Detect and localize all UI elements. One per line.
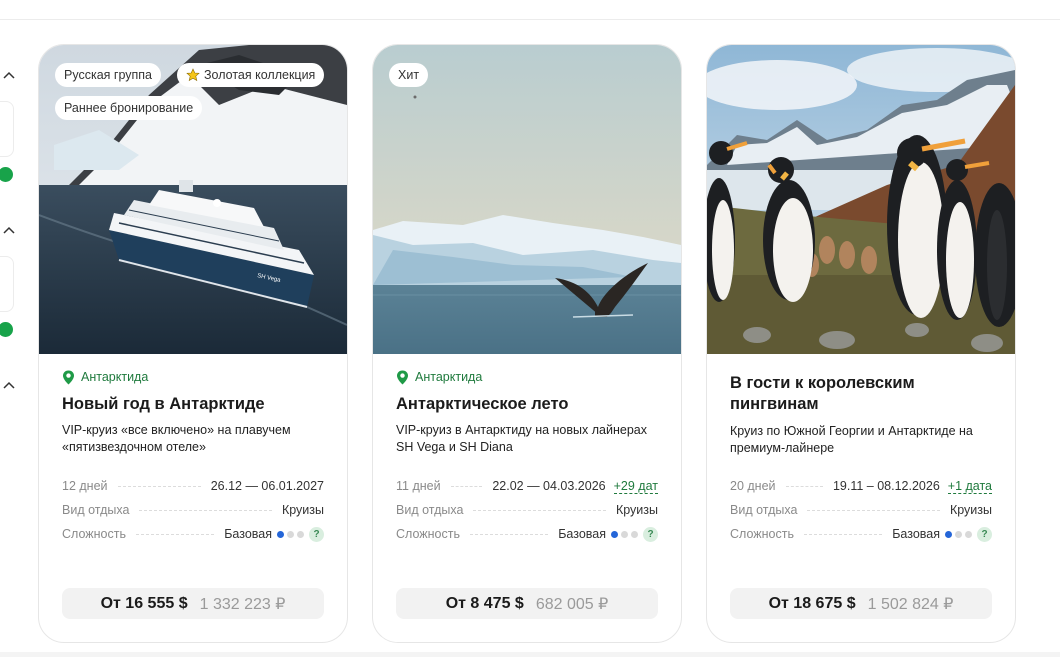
more-dates-link[interactable]: +29 дат [613,479,658,494]
price-rub: 1 502 824 ₽ [867,595,954,613]
bottom-divider [0,652,1060,657]
status-dot [0,167,13,182]
card-body: Антарктида Антарктическое лето VIP-круиз… [396,369,658,456]
price-usd: От 16 555 $ [100,594,188,612]
help-icon[interactable]: ? [977,526,992,542]
price-rub: 682 005 ₽ [535,595,609,613]
chevron-up-icon[interactable] [2,69,16,83]
type-row: Вид отдыха Круизы [396,503,658,517]
price-usd: От 8 475 $ [445,594,524,612]
location: Антарктида [62,369,324,385]
price-box[interactable]: От 16 555 $ 1 332 223 ₽ [62,588,324,619]
tour-description: VIP-круиз «все включено» на плавучем «пя… [62,423,291,454]
tag-russian-group[interactable]: Русская группа [55,63,161,87]
help-icon[interactable]: ? [309,526,324,542]
tour-description: Круиз по Южной Георгии и Антарктиде на п… [730,424,973,455]
difficulty-indicator [272,530,304,538]
chevron-up-icon[interactable] [2,224,16,238]
price-rub: 1 332 223 ₽ [199,595,286,613]
tag-gold-collection[interactable]: Золотая коллекция [177,63,325,87]
duration-row: 11 дней 22.02 — 04.03.2026 +29 дат [396,478,658,494]
location: Антарктида [396,369,658,385]
difficulty-indicator [606,530,638,538]
tour-card[interactable]: В гости к королевским пингвинам Круиз по… [706,44,1016,643]
duration-row: 12 дней 26.12 — 06.01.2027 [62,479,324,493]
difficulty-row: Сложность Базовая ? [730,525,992,543]
price-box[interactable]: От 18 675 $ 1 502 824 ₽ [730,588,992,619]
tour-image-penguins[interactable] [707,45,1015,354]
difficulty-indicator [940,530,972,538]
tour-title[interactable]: В гости к королевским пингвинам [730,373,992,415]
tour-image-cruise-ship[interactable]: SH Vega [39,45,347,354]
price-box[interactable]: От 8 475 $ 682 005 ₽ [396,588,658,619]
help-icon[interactable]: ? [643,526,658,542]
location-pin-icon [63,370,74,384]
status-dot [0,322,13,337]
tour-card[interactable]: SH Vega Русская группа Золотая коллекция… [38,44,348,643]
chevron-up-icon[interactable] [2,379,16,393]
tag-hit[interactable]: Хит [389,63,429,87]
card-body: В гости к королевским пингвинам Круиз по… [730,373,992,457]
location-pin-icon [397,370,408,384]
filter-box[interactable] [0,256,14,312]
filter-box[interactable] [0,101,14,157]
tour-card[interactable]: Хит Антарктида Антарктическое лето VIP-к… [372,44,682,643]
tag-early-booking[interactable]: Раннее бронирование [55,96,203,120]
tour-title[interactable]: Новый год в Антарктиде [62,394,324,415]
type-row: Вид отдыха Круизы [62,503,324,517]
star-icon [186,68,200,82]
tour-image-whale[interactable] [373,45,681,354]
difficulty-row: Сложность Базовая ? [62,525,324,543]
type-row: Вид отдыха Круизы [730,503,992,517]
duration-row: 20 дней 19.11 – 08.12.2026 +1 дата [730,478,992,494]
card-body: Антарктида Новый год в Антарктиде VIP-кр… [62,369,324,456]
tour-title[interactable]: Антарктическое лето [396,394,658,415]
top-divider [0,19,1060,20]
difficulty-row: Сложность Базовая ? [396,525,658,543]
tour-description: VIP-круиз в Антарктиду на новых лайнерах… [396,423,647,454]
price-usd: От 18 675 $ [768,594,856,612]
more-dates-link[interactable]: +1 дата [947,479,992,494]
